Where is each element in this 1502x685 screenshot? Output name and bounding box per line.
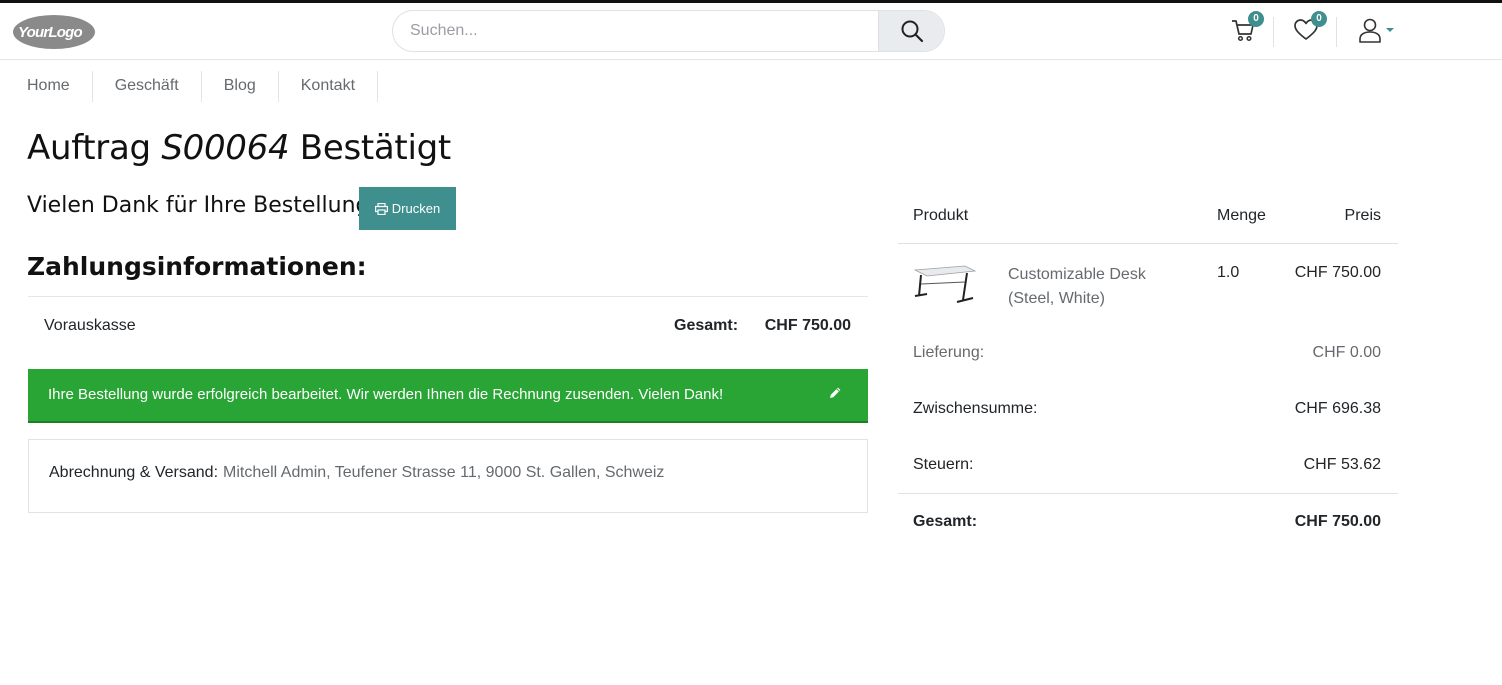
wishlist-button[interactable]: 0 bbox=[1292, 11, 1327, 47]
delivery-label: Lieferung: bbox=[913, 344, 985, 361]
payment-row: Vorauskasse Gesamt: CHF 750.00 bbox=[28, 296, 868, 352]
subtotal-row: Zwischensumme: CHF 696.38 bbox=[898, 400, 1398, 424]
product-name-line2: (Steel, White) bbox=[1008, 290, 1105, 307]
site-header: YourLogo 0 0 bbox=[0, 3, 1502, 60]
nav-item-home[interactable]: Home bbox=[27, 71, 93, 102]
thanks-message: Vielen Dank für Ihre Bestellung bbox=[27, 193, 370, 218]
cart-button[interactable]: 0 bbox=[1229, 11, 1264, 47]
product-name[interactable]: Customizable Desk (Steel, White) bbox=[1008, 263, 1188, 311]
search-bar bbox=[392, 10, 945, 52]
payment-method: Vorauskasse bbox=[44, 317, 136, 334]
search-button[interactable] bbox=[878, 11, 944, 51]
page-title: Auftrag S00064 Bestätigt bbox=[27, 128, 451, 168]
delivery-value: CHF 0.00 bbox=[1312, 344, 1381, 361]
header-divider bbox=[1336, 17, 1337, 47]
nav-item-shop[interactable]: Geschäft bbox=[93, 71, 202, 102]
search-icon bbox=[901, 20, 923, 43]
logo[interactable]: YourLogo bbox=[12, 14, 97, 50]
payment-total-value: CHF 750.00 bbox=[764, 317, 851, 334]
title-suffix: Bestätigt bbox=[299, 128, 451, 168]
summary-header: Produkt Menge Preis bbox=[898, 187, 1398, 244]
total-label: Gesamt: bbox=[913, 513, 978, 530]
header-divider bbox=[1273, 17, 1274, 47]
delivery-row: Lieferung: CHF 0.00 bbox=[898, 344, 1398, 368]
nav-item-blog[interactable]: Blog bbox=[202, 71, 279, 102]
logo-text: YourLogo bbox=[18, 24, 82, 41]
title-prefix: Auftrag bbox=[27, 128, 151, 168]
total-divider bbox=[898, 493, 1398, 494]
column-price: Preis bbox=[1344, 207, 1381, 224]
print-button-label: Drucken bbox=[391, 201, 441, 216]
user-icon bbox=[1359, 18, 1381, 43]
chevron-down-icon bbox=[1386, 28, 1394, 32]
total-row: Gesamt: CHF 750.00 bbox=[898, 513, 1398, 537]
order-number: S00064 bbox=[161, 128, 290, 168]
column-product: Produkt bbox=[913, 207, 969, 224]
success-message: Ihre Bestellung wurde erfolgreich bearbe… bbox=[48, 386, 724, 403]
nav-item-contact[interactable]: Kontakt bbox=[279, 71, 379, 102]
address-box: Abrechnung & Versand: Mitchell Admin, Te… bbox=[28, 439, 868, 513]
edit-button[interactable] bbox=[829, 386, 842, 403]
cart-count-badge: 0 bbox=[1248, 11, 1264, 27]
column-quantity: Menge bbox=[1217, 207, 1266, 224]
taxes-label: Steuern: bbox=[913, 456, 974, 473]
taxes-row: Steuern: CHF 53.62 bbox=[898, 456, 1398, 480]
product-price: CHF 750.00 bbox=[1294, 264, 1381, 281]
success-alert: Ihre Bestellung wurde erfolgreich bearbe… bbox=[28, 369, 868, 423]
taxes-value: CHF 53.62 bbox=[1303, 456, 1381, 473]
product-quantity: 1.0 bbox=[1217, 264, 1240, 281]
user-menu-button[interactable] bbox=[1356, 13, 1396, 47]
product-image bbox=[913, 265, 977, 303]
printer-icon bbox=[374, 202, 388, 215]
total-value: CHF 750.00 bbox=[1294, 513, 1381, 530]
payment-heading: Zahlungsinformationen: bbox=[27, 252, 367, 281]
print-button[interactable]: Drucken bbox=[359, 187, 456, 230]
subtotal-label: Zwischensumme: bbox=[913, 400, 1038, 417]
subtotal-value: CHF 696.38 bbox=[1294, 400, 1381, 417]
search-input[interactable] bbox=[393, 11, 879, 51]
product-name-line1: Customizable Desk bbox=[1008, 266, 1146, 283]
address-label: Abrechnung & Versand: bbox=[49, 464, 219, 481]
wishlist-count-badge: 0 bbox=[1311, 11, 1327, 27]
main-nav: Home Geschäft Blog Kontakt bbox=[27, 71, 379, 102]
address-value: Mitchell Admin, Teufener Strasse 11, 900… bbox=[223, 464, 665, 481]
payment-total-label: Gesamt: bbox=[674, 317, 739, 334]
pencil-icon bbox=[830, 387, 841, 398]
